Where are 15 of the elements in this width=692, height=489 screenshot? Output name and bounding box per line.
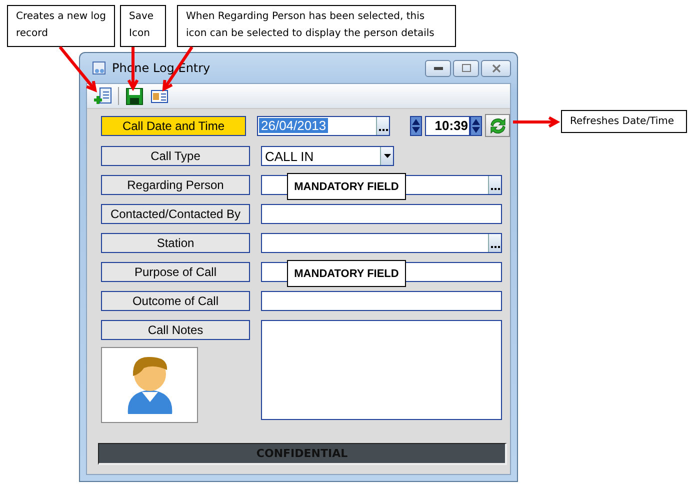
field-label: Call Notes bbox=[101, 320, 250, 340]
mandatory-tooltip: MANDATORY FIELD bbox=[287, 173, 406, 200]
callout-text: Refreshes Date/Time bbox=[561, 110, 687, 133]
field-label: Contacted/Contacted By bbox=[101, 204, 250, 224]
field-label: Call Date and Time bbox=[101, 116, 246, 136]
callout-text: Save Icon bbox=[120, 5, 166, 47]
status-bar: CONFIDENTIAL bbox=[98, 443, 507, 465]
mandatory-tooltip: MANDATORY FIELD bbox=[287, 260, 406, 287]
field-label: Outcome of Call bbox=[101, 291, 250, 311]
callout-text: When Regarding Person has been selected, this icon can be selected to display the person details bbox=[177, 5, 456, 47]
field-label: Purpose of Call bbox=[101, 262, 250, 282]
callout-text: Creates a new log record bbox=[7, 5, 115, 47]
field-label: Station bbox=[101, 233, 250, 253]
field-label: Call Type bbox=[101, 146, 250, 166]
field-label: Regarding Person bbox=[101, 175, 250, 195]
